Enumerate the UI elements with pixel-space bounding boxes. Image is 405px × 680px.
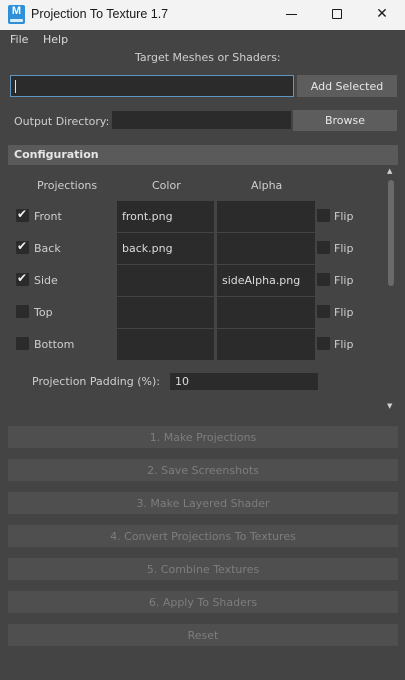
top-checkbox[interactable] [16, 305, 29, 318]
scroll-down-icon[interactable]: ▼ [387, 402, 392, 410]
output-directory-label: Output Directory: [14, 115, 110, 128]
close-button[interactable]: ✕ [359, 0, 405, 30]
menu-file[interactable]: File [10, 33, 28, 46]
maximize-button[interactable] [314, 0, 360, 30]
side-color-field[interactable] [117, 265, 214, 296]
back-flip-checkbox[interactable] [317, 241, 330, 254]
close-icon: ✕ [376, 6, 388, 22]
save-screenshots-button[interactable]: 2. Save Screenshots [8, 459, 398, 481]
top-color-field[interactable] [117, 297, 214, 328]
back-flip-label: Flip [334, 242, 354, 255]
back-color-field[interactable]: back.png [117, 233, 214, 264]
minimize-icon [286, 14, 297, 15]
maya-app-icon: M [8, 5, 25, 24]
back-checkbox[interactable]: ✔ [16, 239, 29, 254]
menu-help[interactable]: Help [43, 33, 68, 46]
text-caret [15, 80, 16, 93]
bottom-label: Bottom [34, 338, 75, 351]
column-color: Color [152, 179, 181, 192]
apply-to-shaders-button[interactable]: 6. Apply To Shaders [8, 591, 398, 613]
front-flip-label: Flip [334, 210, 354, 223]
front-color-field[interactable]: front.png [117, 201, 214, 232]
target-label: Target Meshes or Shaders: [135, 51, 281, 64]
top-flip-checkbox[interactable] [317, 305, 330, 318]
convert-projections-button[interactable]: 4. Convert Projections To Textures [8, 525, 398, 547]
checkmark-icon: ✔ [17, 239, 28, 253]
top-label: Top [34, 306, 53, 319]
bottom-color-field[interactable] [117, 329, 214, 360]
make-projections-button[interactable]: 1. Make Projections [8, 426, 398, 448]
add-selected-button[interactable]: Add Selected [297, 75, 397, 97]
minimize-button[interactable] [268, 0, 314, 30]
checkmark-icon: ✔ [17, 271, 28, 285]
scrollbar-thumb[interactable] [388, 180, 394, 286]
configuration-header[interactable]: Configuration [8, 145, 398, 165]
maximize-icon [332, 9, 342, 19]
column-alpha: Alpha [251, 179, 283, 192]
title-bar[interactable]: M Projection To Texture 1.7 ✕ [0, 0, 405, 30]
projection-padding-input[interactable]: 10 [170, 373, 318, 390]
front-alpha-field[interactable] [217, 201, 315, 232]
menu-bar: File Help [0, 30, 405, 48]
bottom-alpha-field[interactable] [217, 329, 315, 360]
window-title: Projection To Texture 1.7 [31, 7, 169, 21]
checkmark-icon: ✔ [17, 207, 28, 221]
output-directory-input[interactable] [112, 111, 291, 129]
side-checkbox[interactable]: ✔ [16, 271, 29, 286]
side-flip-label: Flip [334, 274, 354, 287]
combine-textures-button[interactable]: 5. Combine Textures [8, 558, 398, 580]
make-layered-shader-button[interactable]: 3. Make Layered Shader [8, 492, 398, 514]
side-alpha-field[interactable]: sideAlpha.png [217, 265, 315, 296]
scroll-up-icon[interactable]: ▲ [387, 167, 392, 175]
bottom-flip-checkbox[interactable] [317, 337, 330, 350]
front-label: Front [34, 210, 62, 223]
configuration-scrollbar[interactable]: ▲ ▼ [385, 166, 397, 414]
back-alpha-field[interactable] [217, 233, 315, 264]
top-alpha-field[interactable] [217, 297, 315, 328]
front-checkbox[interactable]: ✔ [16, 207, 29, 222]
reset-button[interactable]: Reset [8, 624, 398, 646]
bottom-flip-label: Flip [334, 338, 354, 351]
projection-padding-label: Projection Padding (%): [32, 375, 160, 388]
side-flip-checkbox[interactable] [317, 273, 330, 286]
front-flip-checkbox[interactable] [317, 209, 330, 222]
bottom-checkbox[interactable] [16, 337, 29, 350]
back-label: Back [34, 242, 61, 255]
browse-button[interactable]: Browse [293, 110, 397, 131]
side-label: Side [34, 274, 58, 287]
column-projections: Projections [37, 179, 98, 192]
target-input[interactable] [10, 75, 294, 97]
top-flip-label: Flip [334, 306, 354, 319]
